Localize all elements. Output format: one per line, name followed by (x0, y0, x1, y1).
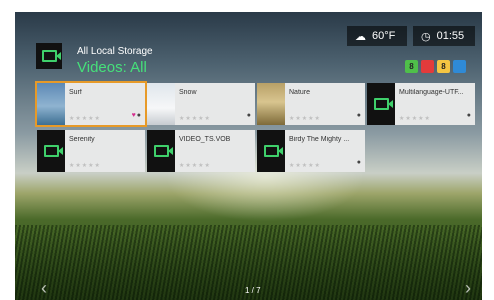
yellow-function-button[interactable]: 8 (437, 60, 450, 73)
time: 01:55 (436, 30, 465, 42)
video-icon (37, 130, 65, 172)
rating-stars: ★★★★★ (289, 116, 321, 122)
video-tile-video-ts[interactable]: VIDEO_TS.VOB ★★★★★ (147, 130, 255, 172)
tile-title: Surf (69, 89, 82, 96)
video-icon (147, 130, 175, 172)
rating-stars: ★★★★★ (179, 163, 211, 169)
video-icon (257, 130, 285, 172)
previous-page-icon[interactable]: ‹ (41, 278, 47, 299)
rating-stars: ★★★★★ (69, 163, 101, 169)
cloud-icon: ☁ (355, 30, 366, 43)
rating-stars: ★★★★★ (399, 116, 431, 122)
video-tile-serenity[interactable]: Serenity ★★★★★ (37, 130, 145, 172)
tile-flags: ● (467, 112, 471, 119)
video-tile-nature[interactable]: Nature ★★★★★ ● (257, 83, 365, 125)
tile-title: Multilanguage-UTF... (399, 89, 464, 96)
favorite-heart-icon: ♥ (131, 112, 136, 119)
red-function-button[interactable] (421, 60, 434, 73)
page-indicator: 1 / 7 (245, 286, 261, 295)
tile-flags: ● (357, 159, 361, 166)
nature-thumbnail (257, 83, 285, 125)
video-icon (367, 83, 395, 125)
video-tile-snow[interactable]: Snow ★★★★★ ● (147, 83, 255, 125)
rating-stars: ★★★★★ (289, 163, 321, 169)
video-tile-multilanguage[interactable]: Multilanguage-UTF... ★★★★★ ● (367, 83, 475, 125)
snow-thumbnail (147, 83, 175, 125)
rating-stars: ★★★★★ (179, 116, 211, 122)
tile-flags: ● (247, 112, 251, 119)
tile-flags: ♥ ● (132, 112, 141, 119)
watched-indicator-icon: ● (246, 112, 251, 119)
tile-flags: ● (357, 112, 361, 119)
video-category-icon (36, 43, 62, 69)
tile-title: Birdy The Mighty ... (289, 136, 350, 143)
media-browser-screen: ☁ 60°F ◷ 01:55 All Local Storage Videos:… (15, 12, 482, 300)
tile-title: Snow (179, 89, 197, 96)
temperature: 60°F (372, 30, 396, 42)
watched-indicator-icon: ● (136, 112, 141, 119)
weather-widget: ☁ 60°F (347, 26, 407, 46)
rating-stars: ★★★★★ (69, 116, 101, 122)
tile-title: Serenity (69, 136, 95, 143)
watched-indicator-icon: ● (466, 112, 471, 119)
surf-thumbnail (37, 83, 65, 125)
tile-title: VIDEO_TS.VOB (179, 136, 231, 143)
green-function-button[interactable]: 8 (405, 60, 418, 73)
tile-title: Nature (289, 89, 311, 96)
blue-function-button[interactable] (453, 60, 466, 73)
page-title: Videos: All (77, 59, 147, 76)
watched-indicator-icon: ● (356, 159, 361, 166)
source-label: All Local Storage (77, 46, 153, 57)
video-tile-surf[interactable]: Surf ★★★★★ ♥ ● (35, 81, 147, 127)
clock-icon: ◷ (421, 30, 431, 43)
watched-indicator-icon: ● (356, 112, 361, 119)
next-page-icon[interactable]: › (465, 278, 471, 299)
clock-widget: ◷ 01:55 (413, 26, 475, 46)
video-tile-birdy[interactable]: Birdy The Mighty ... ★★★★★ ● (257, 130, 365, 172)
